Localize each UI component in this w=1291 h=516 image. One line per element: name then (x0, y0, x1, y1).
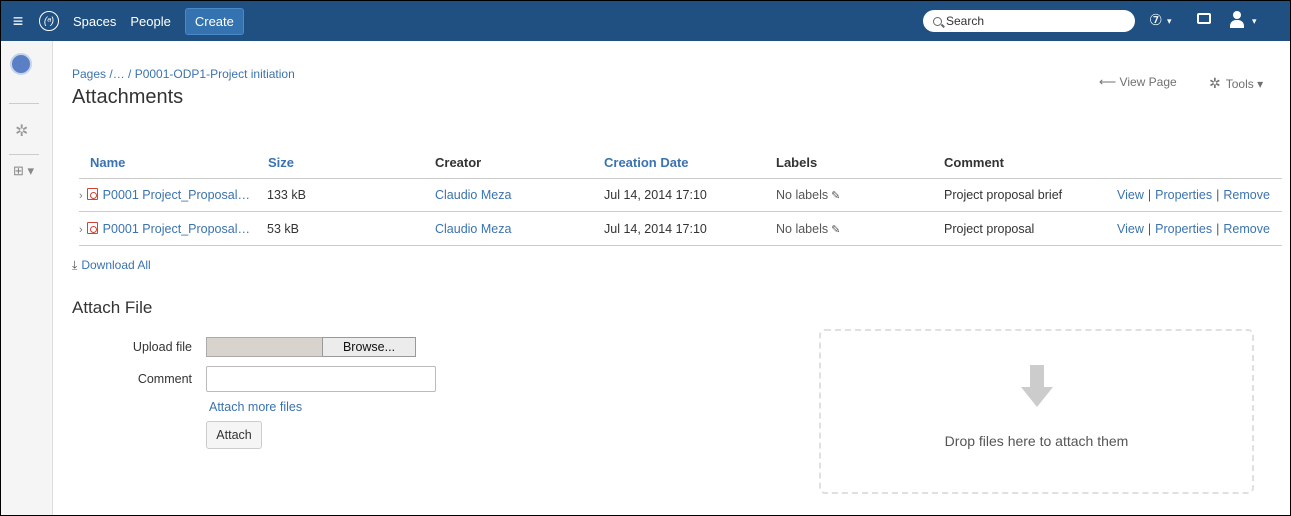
download-arrow-icon (1021, 365, 1053, 413)
sidebar: ✲ ⊞ ▾ (1, 41, 53, 515)
column-header-name[interactable]: Name (90, 155, 125, 170)
hamburger-icon[interactable]: ≡ (1, 1, 35, 41)
separator: | (1147, 222, 1152, 236)
column-header-size[interactable]: Size (268, 155, 294, 170)
view-link[interactable]: View (1117, 188, 1144, 202)
download-all-link[interactable]: ⤓ Download All (72, 258, 151, 273)
labels-cell[interactable]: No labels ✎ (776, 222, 840, 236)
separator: | (1216, 222, 1220, 236)
app-frame: ≡ (ᵃ) Spaces People Create Search ⑦ ▾ ▾ … (1, 1, 1290, 515)
properties-link[interactable]: Properties (1155, 222, 1212, 236)
column-header-labels: Labels (776, 155, 818, 170)
attachment-size: 133 kB (267, 188, 306, 202)
user-avatar-icon[interactable] (1233, 11, 1241, 19)
table-row: › P0001 Project_Proposal… (79, 188, 250, 202)
top-navigation-bar: ≡ (ᵃ) Spaces People Create Search ⑦ ▾ ▾ (1, 1, 1290, 41)
attachment-size: 53 kB (267, 222, 299, 236)
sidebar-divider (9, 103, 39, 104)
notifications-icon[interactable] (1197, 13, 1211, 24)
column-header-creator: Creator (435, 155, 482, 170)
tools-menu[interactable]: ✲ Tools ▾ (1209, 75, 1263, 92)
un-logo-icon[interactable]: (ᵃ) (39, 11, 59, 31)
column-header-comment: Comment (944, 155, 1004, 170)
attachment-comment: Project proposal brief (944, 188, 1063, 202)
pencil-icon[interactable]: ✎ (831, 224, 840, 236)
labels-cell[interactable]: No labels ✎ (776, 188, 840, 202)
search-placeholder: Search (946, 14, 985, 28)
table-row: › P0001 Project_Proposal… (79, 222, 250, 236)
user-avatar-body (1230, 20, 1244, 28)
search-icon (933, 16, 942, 26)
upload-file-label: Upload file (132, 340, 192, 354)
download-all-label: Download All (81, 258, 151, 272)
chevron-down-icon: ▾ (1167, 16, 1172, 26)
creator-link[interactable]: Claudio Meza (435, 222, 511, 236)
separator: | (1216, 188, 1220, 202)
attachment-name-link[interactable]: P0001 Project_Proposal… (103, 188, 250, 202)
back-arrow-icon: ⟵ (1099, 75, 1117, 89)
row-actions: View | Properties | Remove (1117, 188, 1270, 202)
sidebar-divider (9, 154, 39, 155)
help-icon[interactable]: ⑦ (1149, 11, 1162, 29)
gear-icon[interactable]: ✲ (15, 121, 28, 141)
table-divider (79, 245, 1282, 246)
page-tree-icon[interactable]: ⊞ ▾ (13, 163, 34, 179)
pdf-file-icon (86, 188, 98, 200)
pencil-icon[interactable]: ✎ (831, 190, 840, 202)
attach-file-heading: Attach File (72, 298, 153, 317)
remove-link[interactable]: Remove (1223, 188, 1270, 202)
attachment-name-link[interactable]: P0001 Project_Proposal… (103, 222, 250, 236)
no-labels-text: No labels (776, 222, 829, 236)
no-labels-text: No labels (776, 188, 829, 202)
column-header-creation-date[interactable]: Creation Date (604, 155, 689, 170)
attach-button[interactable]: Attach (206, 421, 262, 449)
drop-zone-text: Drop files here to attach them (944, 433, 1129, 449)
creation-date: Jul 14, 2014 17:10 (604, 188, 707, 202)
remove-link[interactable]: Remove (1223, 222, 1270, 236)
view-page-link[interactable]: ⟵ View Page (1099, 75, 1177, 89)
table-divider (79, 178, 1282, 179)
search-input[interactable]: Search (923, 10, 1135, 32)
view-page-label: View Page (1119, 75, 1177, 89)
comment-label: Comment (137, 372, 192, 386)
create-button[interactable]: Create (184, 7, 244, 35)
separator: | (1147, 188, 1152, 202)
chevron-right-icon[interactable]: › (79, 190, 83, 202)
comment-field[interactable] (206, 366, 436, 392)
properties-link[interactable]: Properties (1155, 188, 1212, 202)
pdf-file-icon (86, 222, 98, 234)
creation-date: Jul 14, 2014 17:10 (604, 222, 707, 236)
drop-zone[interactable]: Drop files here to attach them (819, 329, 1254, 494)
nav-spaces[interactable]: Spaces (73, 14, 116, 29)
creator-link[interactable]: Claudio Meza (435, 188, 511, 202)
view-link[interactable]: View (1117, 222, 1144, 236)
chevron-right-icon[interactable]: › (79, 224, 83, 236)
chevron-down-icon: ▾ (1252, 16, 1257, 26)
attachment-comment: Project proposal (944, 222, 1035, 236)
table-divider (79, 211, 1282, 212)
nav-people[interactable]: People (130, 14, 170, 29)
breadcrumb[interactable]: Pages /… / P0001-ODP1-Project initiation (72, 67, 295, 81)
tools-label: Tools (1225, 77, 1254, 91)
gear-icon: ✲ (1209, 75, 1221, 91)
chevron-down-icon: ▾ (1257, 77, 1264, 91)
attach-more-files-link[interactable]: Attach more files (209, 400, 302, 414)
download-icon: ⤓ (72, 258, 78, 272)
browse-button[interactable]: Browse... (322, 337, 416, 357)
page-title: Attachments (72, 86, 184, 108)
row-actions: View | Properties | Remove (1117, 222, 1270, 236)
space-logo-icon[interactable] (10, 53, 32, 75)
